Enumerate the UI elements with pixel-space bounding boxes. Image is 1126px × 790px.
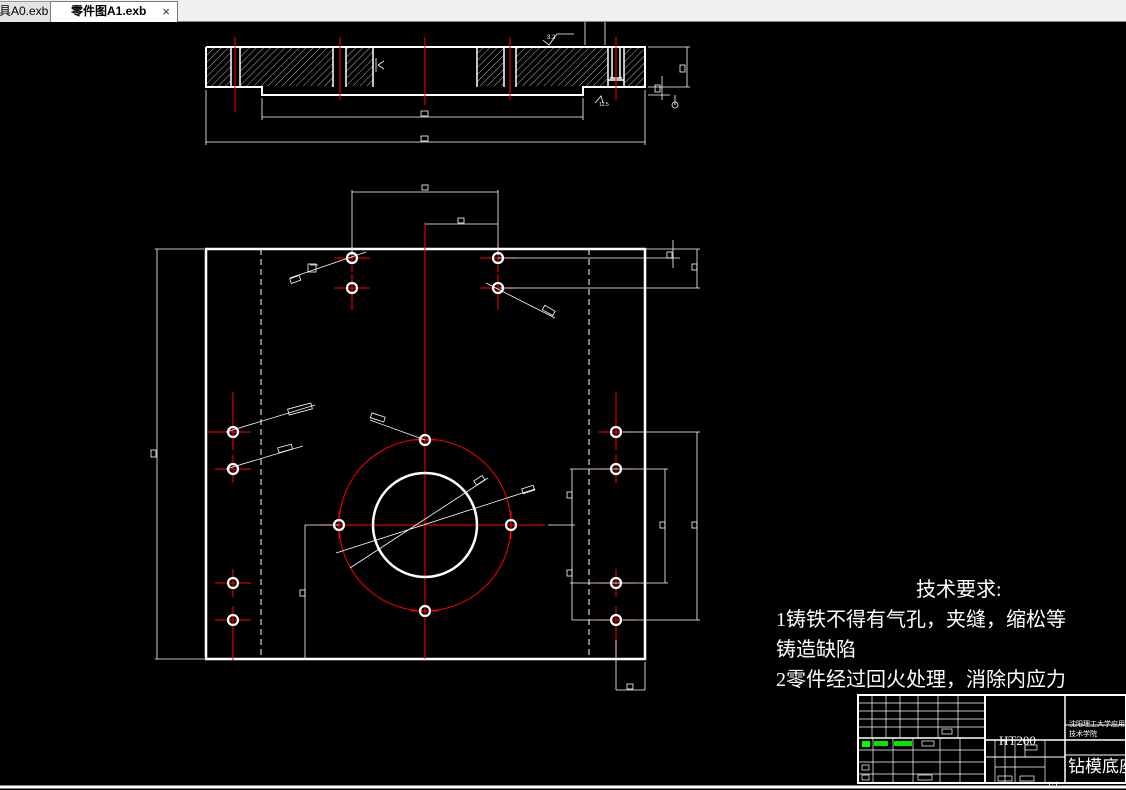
school-name-line-2: 技术学院 — [1069, 730, 1097, 738]
section-hatch — [477, 48, 504, 86]
hole — [207, 392, 251, 450]
tech-line-3: 2零件经过回火处理，消除内应力 — [776, 669, 1066, 691]
material-label: HT200 — [999, 733, 1036, 748]
scale-label: 1:1 — [1047, 780, 1059, 790]
tab-assembly-a0[interactable]: 具A0.exb — [0, 1, 56, 22]
roughness-label: 12.5 — [599, 102, 609, 108]
document-tab-bar: 具A0.exb 零件图A1.exb × — [0, 0, 1126, 22]
hole — [598, 392, 634, 450]
hole — [215, 606, 251, 660]
title-block — [0, 694, 1126, 789]
roughness-label: 3.2 — [547, 35, 556, 41]
hole — [480, 274, 516, 310]
close-icon[interactable]: × — [162, 2, 170, 21]
tab-label: 零件图A1.exb — [71, 4, 147, 18]
section-hatch — [624, 48, 644, 86]
part-name-label: 钻模底座 — [1068, 757, 1126, 776]
hole — [215, 455, 251, 483]
tech-line-2: 铸造缺陷 — [776, 639, 856, 661]
hole-pattern — [207, 244, 634, 660]
section-hatch — [346, 48, 373, 86]
tab-label: 具A0.exb — [0, 4, 49, 18]
section-view: 3.2 12.5 — [205, 22, 690, 145]
technical-requirements: 技术要求: 1铸铁不得有气孔，夹缝，缩松等 铸造缺陷 2零件经过回火处理，消除内… — [776, 575, 1066, 695]
tab-part-drawing-a1[interactable]: 零件图A1.exb × — [50, 1, 178, 22]
section-hatch — [207, 48, 231, 86]
hole — [215, 569, 251, 597]
drawing-canvas[interactable]: 3.2 12.5 技术要求: 1铸铁不得有气孔，夹缝，缩松等 铸造缺陷 2零件经… — [0, 22, 1126, 790]
school-name-line-1: 沈阳理工大学应用 — [1069, 720, 1125, 728]
plan-view — [150, 184, 700, 691]
tech-line-1: 1铸铁不得有气孔，夹缝，缩松等 — [776, 609, 1066, 631]
tech-heading: 技术要求: — [916, 579, 1002, 601]
section-hatch — [516, 48, 608, 86]
hole — [334, 274, 370, 310]
section-hatch — [240, 48, 333, 86]
